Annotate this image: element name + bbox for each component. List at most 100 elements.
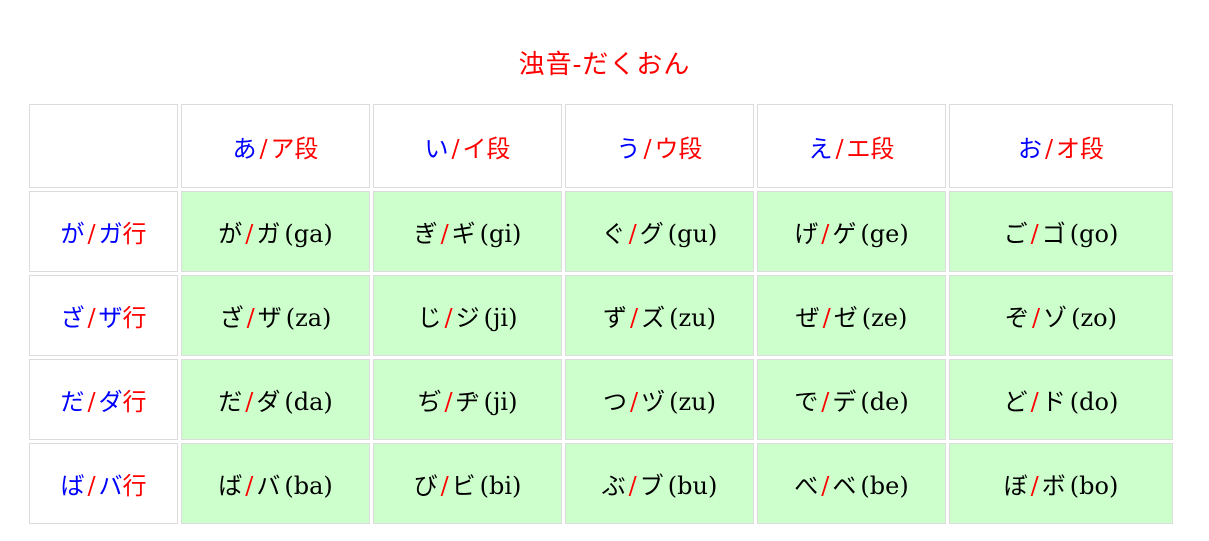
cell-katakana: ゾ: [1043, 304, 1068, 332]
slash-separator: /: [87, 220, 96, 248]
row-katakana: ザ: [98, 304, 123, 332]
slash-separator: /: [630, 388, 639, 416]
cell-hiragana: ぞ: [1005, 304, 1030, 332]
cell-hiragana: ぢ: [417, 388, 442, 416]
row-hiragana: が: [60, 220, 85, 248]
slash-separator: /: [440, 472, 449, 500]
row-header: ざ / ザ行: [29, 275, 178, 356]
slash-separator: /: [451, 134, 460, 163]
cell-romaji: (bu): [667, 472, 718, 500]
cell-hiragana: じ: [417, 304, 442, 332]
cell-romaji: (za): [285, 304, 332, 332]
kana-cell: ぢ / ヂ (ji): [373, 359, 562, 440]
cell-katakana: ベ: [832, 472, 857, 500]
slash-separator: /: [630, 304, 639, 332]
column-hiragana: お: [1017, 134, 1042, 163]
cell-hiragana: ぶ: [601, 472, 626, 500]
kana-cell: ぎ / ギ (gi): [373, 191, 562, 272]
kana-cell: が / ガ (ga): [181, 191, 370, 272]
cell-katakana: ゲ: [832, 220, 857, 248]
column-katakana: ア: [270, 134, 295, 163]
slash-separator: /: [643, 134, 652, 163]
slash-separator: /: [87, 472, 96, 500]
column-katakana: ウ: [654, 134, 679, 163]
cell-romaji: (go): [1069, 220, 1119, 248]
cell-romaji: (ji): [483, 388, 518, 416]
row-suffix: 行: [122, 388, 147, 416]
column-hiragana: あ: [232, 134, 257, 163]
cell-hiragana: げ: [794, 220, 819, 248]
corner-cell: [29, 104, 178, 188]
row-suffix: 行: [122, 472, 147, 500]
cell-romaji: (ji): [483, 304, 518, 332]
cell-katakana: バ: [256, 472, 281, 500]
cell-romaji: (bo): [1069, 472, 1119, 500]
slash-separator: /: [821, 472, 830, 500]
column-katakana: イ: [462, 134, 487, 163]
column-header-row: あ / ア段 い / イ段 う / ウ段 え / エ段 お / オ段: [29, 104, 1173, 188]
cell-hiragana: ざ: [219, 304, 244, 332]
row-katakana: バ: [98, 472, 123, 500]
cell-romaji: (ge): [860, 220, 909, 248]
slash-separator: /: [245, 220, 254, 248]
cell-katakana: ド: [1041, 388, 1066, 416]
column-hiragana: う: [616, 134, 641, 163]
table-row-za: ざ / ザ行 ざ / ザ (za) じ / ジ (ji) ず / ズ (zu) ぜ / ゼ (ze) ぞ / ゾ…: [29, 275, 1173, 356]
kana-cell: ば / バ (ba): [181, 443, 370, 524]
kana-cell: ぐ / グ (gu): [565, 191, 754, 272]
slash-separator: /: [246, 304, 255, 332]
slash-separator: /: [1030, 472, 1039, 500]
slash-separator: /: [440, 220, 449, 248]
cell-romaji: (zo): [1071, 304, 1117, 332]
cell-katakana: ジ: [455, 304, 480, 332]
cell-katakana: ガ: [256, 220, 281, 248]
slash-separator: /: [821, 388, 830, 416]
column-header-u: う / ウ段: [565, 104, 754, 188]
slash-separator: /: [1030, 388, 1039, 416]
cell-romaji: (de): [860, 388, 909, 416]
slash-separator: /: [821, 220, 830, 248]
kana-cell: ざ / ザ (za): [181, 275, 370, 356]
column-header-o: お / オ段: [949, 104, 1173, 188]
kana-cell: で / デ (de): [757, 359, 946, 440]
cell-katakana: ゼ: [833, 304, 858, 332]
page-title: 浊音-だくおん: [518, 50, 691, 80]
column-suffix: 段: [870, 134, 895, 163]
cell-katakana: ギ: [451, 220, 476, 248]
cell-hiragana: ぎ: [413, 220, 438, 248]
row-katakana: ダ: [98, 388, 123, 416]
cell-romaji: (zu): [669, 304, 716, 332]
cell-hiragana: ば: [218, 472, 243, 500]
cell-katakana: ブ: [639, 472, 664, 500]
slash-separator: /: [444, 304, 453, 332]
column-hiragana: え: [808, 134, 833, 163]
kana-cell: ず / ズ (zu): [565, 275, 754, 356]
cell-katakana: ヅ: [641, 388, 666, 416]
slash-separator: /: [835, 134, 844, 163]
slash-separator: /: [245, 388, 254, 416]
kana-cell: ど / ド (do): [949, 359, 1173, 440]
slash-separator: /: [628, 220, 637, 248]
kana-cell: つ / ヅ (zu): [565, 359, 754, 440]
cell-romaji: (gu): [667, 220, 718, 248]
slash-separator: /: [444, 388, 453, 416]
kana-cell: ご / ゴ (go): [949, 191, 1173, 272]
slash-separator: /: [87, 304, 96, 332]
row-hiragana: ざ: [60, 304, 85, 332]
table-row-ba: ば / バ行 ば / バ (ba) び / ビ (bi) ぶ / ブ (bu) べ / ベ (be) ぼ / ボ…: [29, 443, 1173, 524]
cell-katakana: ザ: [257, 304, 282, 332]
kana-cell: ぼ / ボ (bo): [949, 443, 1173, 524]
cell-hiragana: ぼ: [1003, 472, 1028, 500]
column-header-e: え / エ段: [757, 104, 946, 188]
cell-hiragana: ご: [1003, 220, 1028, 248]
kana-cell: ぶ / ブ (bu): [565, 443, 754, 524]
cell-katakana: デ: [832, 388, 857, 416]
cell-hiragana: つ: [603, 388, 628, 416]
kana-cell: だ / ダ (da): [181, 359, 370, 440]
column-suffix: 段: [294, 134, 319, 163]
cell-hiragana: び: [413, 472, 438, 500]
cell-katakana: ダ: [256, 388, 281, 416]
cell-hiragana: ず: [603, 304, 628, 332]
cell-hiragana: が: [218, 220, 243, 248]
table-row-da: だ / ダ行 だ / ダ (da) ぢ / ヂ (ji) つ / ヅ (zu) で / デ (de) ど / ド…: [29, 359, 1173, 440]
